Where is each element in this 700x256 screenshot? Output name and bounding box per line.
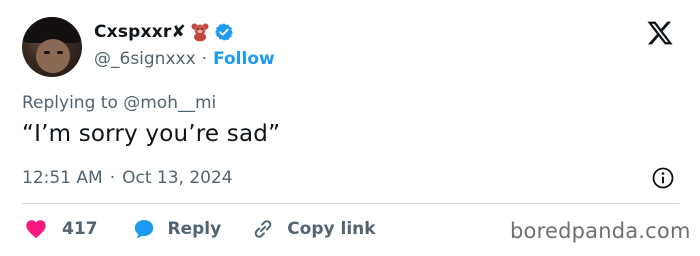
copy-link-label: Copy link (287, 219, 376, 239)
replying-to[interactable]: Replying to @moh__mi (22, 93, 216, 113)
action-bar: 417 Reply Copy link (24, 214, 376, 244)
avatar[interactable] (22, 17, 82, 77)
separator-dot: · (109, 168, 116, 188)
follow-button[interactable]: Follow (213, 49, 275, 69)
reply-button[interactable]: Reply (132, 217, 222, 241)
tweet-text: “I’m sorry you’re sad” (22, 121, 281, 147)
link-icon (254, 220, 272, 238)
like-button[interactable]: 417 (24, 217, 98, 241)
speech-bubble-icon (134, 220, 153, 239)
handle[interactable]: @_6signxxx (94, 49, 196, 69)
author-name-row: Cxspxxr✘ (94, 20, 234, 44)
tweet-card: Cxspxxr✘ @_6signxxx · Follow Replying to… (0, 0, 700, 256)
info-icon[interactable] (651, 166, 675, 190)
tweet-time[interactable]: 12:51 AM (22, 168, 103, 188)
separator-dot: · (201, 49, 208, 69)
display-name[interactable]: Cxspxxr✘ (94, 22, 186, 42)
like-count: 417 (62, 219, 98, 239)
reply-label: Reply (167, 219, 222, 239)
verified-badge-icon[interactable] (214, 22, 234, 42)
copy-link-button[interactable]: Copy link (251, 217, 376, 241)
x-logo-icon[interactable] (645, 19, 675, 47)
divider (22, 203, 679, 204)
heart-icon (26, 220, 46, 239)
handle-row: @_6signxxx · Follow (94, 48, 275, 70)
timestamp-row: 12:51 AM · Oct 13, 2024 (22, 166, 233, 190)
teddy-bear-icon (191, 23, 209, 42)
watermark: boredpanda.com (510, 219, 691, 243)
tweet-date[interactable]: Oct 13, 2024 (122, 168, 233, 188)
